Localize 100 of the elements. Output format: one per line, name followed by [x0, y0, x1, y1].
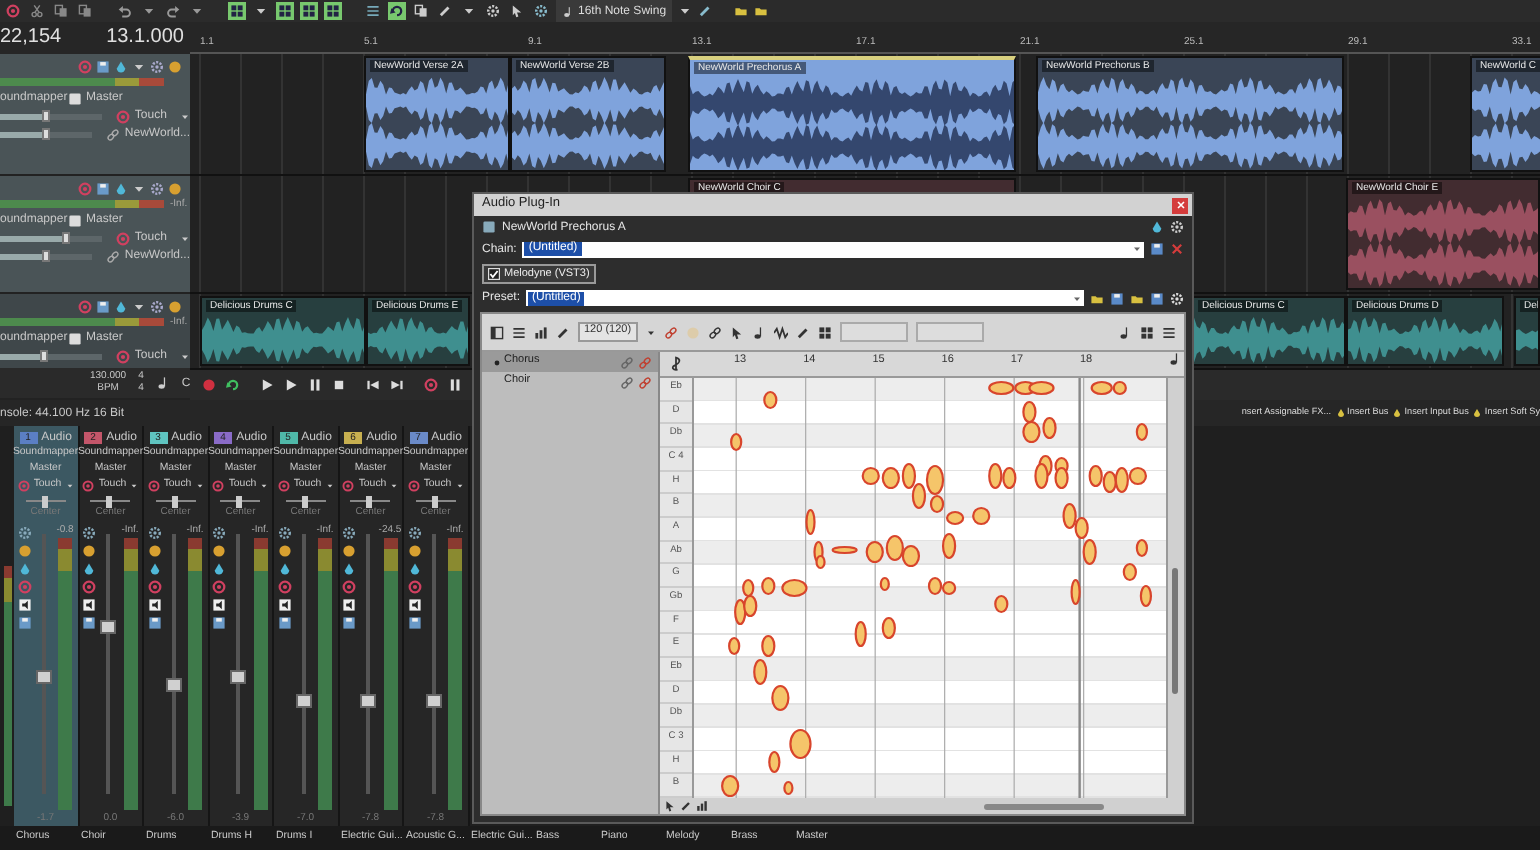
caret-icon[interactable]	[645, 327, 656, 337]
gear-icon[interactable]	[150, 299, 164, 313]
link-icon[interactable]	[707, 325, 722, 339]
record-icon[interactable]	[277, 580, 291, 594]
record-icon[interactable]	[82, 480, 95, 492]
pages-icon[interactable]	[414, 4, 428, 18]
record-icon[interactable]	[147, 480, 160, 492]
clef-icon[interactable]	[668, 356, 684, 372]
scrollbar[interactable]	[984, 803, 1104, 809]
dot-icon[interactable]	[685, 325, 700, 339]
caret-icon[interactable]	[190, 4, 204, 18]
pause-icon[interactable]	[448, 378, 462, 392]
scissors-icon[interactable]	[30, 4, 44, 18]
gear-icon[interactable]	[342, 526, 356, 540]
pen-icon[interactable]	[556, 325, 570, 339]
record-icon[interactable]	[6, 4, 20, 18]
grid-icon[interactable]	[1140, 325, 1154, 339]
loop-icon[interactable]	[390, 4, 404, 18]
gear-icon[interactable]	[534, 4, 548, 18]
caret-icon[interactable]	[678, 4, 693, 18]
fader-thumb[interactable]	[230, 670, 247, 684]
record-icon[interactable]	[212, 580, 226, 594]
panel-icon[interactable]	[490, 325, 504, 339]
speaker-icon[interactable]	[212, 598, 226, 612]
record-icon[interactable]	[212, 480, 225, 492]
speaker-icon[interactable]	[17, 598, 31, 612]
save-icon[interactable]	[1150, 291, 1164, 305]
record-icon[interactable]	[202, 378, 216, 392]
stop-icon[interactable]	[332, 378, 346, 392]
record-icon[interactable]	[342, 580, 356, 594]
paste-icon[interactable]	[78, 4, 92, 18]
gear-icon[interactable]	[486, 4, 500, 18]
caret-icon[interactable]	[132, 299, 146, 313]
caret-icon[interactable]	[1132, 244, 1142, 254]
grid-icon[interactable]	[817, 325, 832, 339]
loop-icon[interactable]	[226, 378, 240, 392]
note-icon[interactable]	[1118, 325, 1132, 339]
pan-slider[interactable]	[0, 253, 93, 259]
record-icon[interactable]	[424, 378, 438, 392]
undo-icon[interactable]	[118, 4, 132, 18]
fader-thumb[interactable]	[295, 693, 312, 708]
caret-icon[interactable]	[180, 233, 190, 243]
lines-icon[interactable]	[512, 325, 526, 339]
volume-slider[interactable]	[0, 235, 103, 241]
settings-icon[interactable]	[1170, 291, 1184, 305]
arrow-icon[interactable]	[729, 325, 744, 339]
close-icon[interactable]	[1170, 242, 1184, 256]
record-icon[interactable]	[342, 480, 355, 492]
caret-icon[interactable]	[180, 111, 190, 121]
gear-icon[interactable]	[1170, 220, 1184, 234]
caret-icon[interactable]	[254, 4, 268, 18]
save-icon[interactable]	[1110, 291, 1124, 305]
copy-icon[interactable]	[54, 4, 68, 18]
pen-icon[interactable]	[680, 800, 692, 812]
pen-icon[interactable]	[698, 4, 713, 18]
bars-icon[interactable]	[534, 325, 548, 339]
skip-forward-icon[interactable]	[390, 378, 404, 392]
speaker-icon[interactable]	[277, 598, 291, 612]
save-icon[interactable]	[1150, 242, 1164, 256]
lines-icon[interactable]	[1162, 325, 1176, 339]
record-icon[interactable]	[407, 580, 421, 594]
skip-back-icon[interactable]	[366, 378, 380, 392]
caret-icon[interactable]	[132, 181, 146, 195]
gear-icon[interactable]	[82, 526, 96, 540]
pause-icon[interactable]	[308, 378, 322, 392]
caret-icon[interactable]	[180, 351, 190, 361]
speaker-icon[interactable]	[82, 598, 96, 612]
caret-icon[interactable]	[462, 4, 476, 18]
speaker-icon[interactable]	[342, 598, 356, 612]
record-icon[interactable]	[407, 480, 420, 492]
volume-slider[interactable]	[0, 113, 103, 119]
record-icon[interactable]	[277, 480, 290, 492]
record-icon[interactable]	[147, 580, 161, 594]
empty-field[interactable]	[915, 322, 984, 342]
grid-icon[interactable]	[278, 4, 292, 18]
fader-thumb[interactable]	[35, 670, 52, 684]
redo-icon[interactable]	[166, 4, 180, 18]
wave-icon[interactable]	[773, 325, 788, 339]
note-icon[interactable]	[751, 325, 766, 339]
pan-slider[interactable]	[0, 131, 93, 137]
caret-icon[interactable]	[142, 4, 156, 18]
grid-icon[interactable]	[326, 4, 340, 18]
close-button[interactable]	[1172, 197, 1188, 213]
grid-icon[interactable]	[302, 4, 316, 18]
fader-thumb[interactable]	[165, 677, 182, 692]
gear-icon[interactable]	[212, 526, 226, 540]
note-icon[interactable]	[1168, 352, 1182, 366]
fader-thumb[interactable]	[425, 693, 442, 708]
gear-icon[interactable]	[147, 526, 161, 540]
gear-icon[interactable]	[277, 526, 291, 540]
checkbox-icon[interactable]	[488, 267, 500, 279]
speaker-icon[interactable]	[407, 598, 421, 612]
fader-thumb[interactable]	[360, 693, 377, 708]
bars-icon[interactable]	[696, 800, 708, 812]
scrollbar[interactable]	[1166, 378, 1184, 798]
gear-icon[interactable]	[407, 526, 421, 540]
speaker-icon[interactable]	[147, 598, 161, 612]
caret-icon[interactable]	[132, 59, 146, 73]
lines-icon[interactable]	[366, 4, 380, 18]
record-icon[interactable]	[82, 580, 96, 594]
